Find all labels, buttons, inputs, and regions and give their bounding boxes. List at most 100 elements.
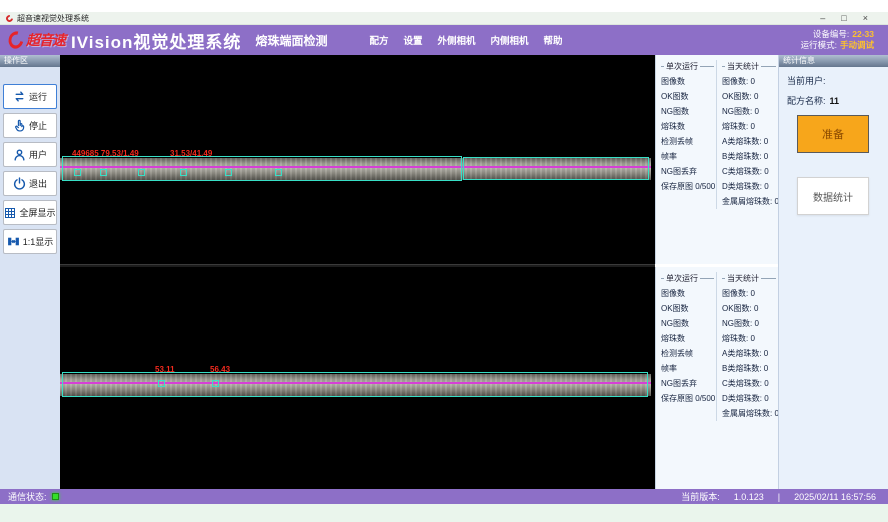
close-button[interactable]: × <box>863 13 868 24</box>
device-number-value: 22-33 <box>852 29 874 39</box>
fullscreen-button[interactable]: 全屏显示 <box>3 200 57 225</box>
menu-item-outer-camera[interactable]: 外侧相机 <box>437 33 475 47</box>
one-to-one-button[interactable]: 1:1显示 <box>3 229 57 254</box>
fullscreen-icon <box>4 207 16 219</box>
version-info: 当前版本: 1.0.123 | 2025/02/11 16:57:56 <box>681 490 880 503</box>
menu-item-inner-camera[interactable]: 内侧相机 <box>491 33 529 47</box>
stat-row: 图像数 <box>661 286 714 301</box>
comm-status-indicator <box>52 493 59 500</box>
detection-box <box>100 169 107 176</box>
stat-row: 熔珠数 <box>661 119 714 134</box>
page-title: IVision视觉处理系统 <box>71 28 241 53</box>
application-window: 超音速视觉处理系统 – □ × 超音速 IVision视觉处理系统 熔珠端面检测… <box>0 0 888 522</box>
recipe-name-label: 配方名称: <box>787 96 826 106</box>
minimize-button[interactable]: – <box>820 13 825 24</box>
stat-row: 图像数: 0 <box>722 74 776 89</box>
stat-row: 检测丢帧 <box>661 346 714 361</box>
stat-row: C类熔珠数: 0 <box>722 164 776 179</box>
prepare-button[interactable]: 准备 <box>797 115 869 153</box>
datetime-value: 2025/02/11 16:57:56 <box>794 492 876 502</box>
camera-view-bottom[interactable]: 53.11 56.43 <box>60 267 655 489</box>
menu-item-help[interactable]: 帮助 <box>544 33 563 47</box>
stat-row: 帧率 <box>661 149 714 164</box>
single-run-column: 单次运行 图像数 OK图数 NG图数 熔珠数 检测丢帧 帧率 NG图丢弃 保存原… <box>661 272 714 406</box>
detection-box <box>138 169 145 176</box>
stat-row: 图像数 <box>661 74 714 89</box>
user-button-label: 用户 <box>29 148 47 161</box>
statistics-info-title: 统计信息 <box>779 55 888 67</box>
exit-button[interactable]: 退出 <box>3 171 57 196</box>
window-controls: – □ × <box>820 13 882 24</box>
stop-button[interactable]: 停止 <box>3 113 57 138</box>
workpiece-strip-image <box>60 374 651 396</box>
menu-item-recipe[interactable]: 配方 <box>369 33 388 47</box>
detection-box <box>275 169 282 176</box>
stat-row: D类熔珠数: 0 <box>722 391 776 406</box>
stat-row: NG图数 <box>661 316 714 331</box>
os-titlebar: 超音速视觉处理系统 – □ × <box>0 12 888 25</box>
stats-panel-top: 单次运行 图像数 OK图数 NG图数 熔珠数 检测丢帧 帧率 NG图丢弃 保存原… <box>655 55 778 264</box>
data-statistics-button[interactable]: 数据统计 <box>797 177 869 215</box>
statistics-info-panel: 统计信息 当前用户: 配方名称:11 准备 数据统计 <box>778 55 888 489</box>
today-stats-title: 当天统计 <box>722 272 776 284</box>
stat-row: 熔珠数: 0 <box>722 331 776 346</box>
device-info: 设备编号:22-33 运行模式:手动调试 <box>801 29 880 51</box>
one-to-one-button-label: 1:1显示 <box>23 235 54 248</box>
maximize-button[interactable]: □ <box>841 13 846 24</box>
stat-row: 金属屑熔珠数: 0 <box>722 194 776 209</box>
stat-row: 保存原图 0/500 <box>661 179 714 194</box>
stat-row: OK图数: 0 <box>722 301 776 316</box>
stat-row: D类熔珠数: 0 <box>722 179 776 194</box>
stat-row: NG图丢弃 <box>661 376 714 391</box>
stat-row: 检测丢帧 <box>661 134 714 149</box>
user-icon <box>13 148 26 161</box>
camera-view-top[interactable]: 449685 79.53/1.49 31.53/41.49 <box>60 55 655 264</box>
sidebar-buttons: 运行 停止 用户 退出 全屏显示 <box>0 84 60 254</box>
desktop-bottom-strip <box>0 504 888 522</box>
main-area: 操作区 运行 停止 用户 退出 <box>0 55 888 489</box>
stat-row: OK图数 <box>661 89 714 104</box>
app-header: 超音速 IVision视觉处理系统 熔珠端面检测 配方 设置 外侧相机 内侧相机… <box>0 25 888 55</box>
logo-text: 超音速 <box>26 30 65 50</box>
main-menu: 配方 设置 外侧相机 内侧相机 帮助 <box>369 33 562 47</box>
stats-panel-bottom: 单次运行 图像数 OK图数 NG图数 熔珠数 检测丢帧 帧率 NG图丢弃 保存原… <box>655 267 778 489</box>
stat-row: NG图数: 0 <box>722 104 776 119</box>
power-icon <box>13 177 26 190</box>
status-separator: | <box>778 492 780 502</box>
run-button[interactable]: 运行 <box>3 84 57 109</box>
fullscreen-button-label: 全屏显示 <box>19 206 55 219</box>
stat-row: 图像数: 0 <box>722 286 776 301</box>
stat-row: 金属屑熔珠数: 0 <box>722 406 776 421</box>
page-subtitle: 熔珠端面检测 <box>255 32 327 49</box>
detection-box <box>158 380 165 387</box>
detection-box <box>74 169 81 176</box>
detection-box <box>212 380 219 387</box>
today-stats-column: 当天统计 图像数: 0 OK图数: 0 NG图数: 0 熔珠数: 0 A类熔珠数… <box>716 60 776 209</box>
detection-region-box <box>62 372 648 397</box>
today-stats-column: 当天统计 图像数: 0 OK图数: 0 NG图数: 0 熔珠数: 0 A类熔珠数… <box>716 272 776 421</box>
stat-row: NG图数 <box>661 104 714 119</box>
one-to-one-icon <box>7 235 20 248</box>
menu-item-settings[interactable]: 设置 <box>403 33 422 47</box>
single-run-title: 单次运行 <box>661 60 714 72</box>
stat-row: OK图数: 0 <box>722 89 776 104</box>
run-button-label: 运行 <box>29 90 47 103</box>
single-run-title: 单次运行 <box>661 272 714 284</box>
stat-row: NG图数: 0 <box>722 316 776 331</box>
today-stats-title: 当天统计 <box>722 60 776 72</box>
user-button[interactable]: 用户 <box>3 142 57 167</box>
stat-row: C类熔珠数: 0 <box>722 376 776 391</box>
exit-button-label: 退出 <box>29 177 47 190</box>
detection-box <box>225 169 232 176</box>
recipe-name-value: 11 <box>830 96 840 106</box>
logo-swoosh-icon <box>6 28 26 52</box>
status-bar: 通信状态: 当前版本: 1.0.123 | 2025/02/11 16:57:5… <box>0 489 888 504</box>
detection-region-box <box>62 156 462 181</box>
operation-sidebar: 操作区 运行 停止 用户 退出 <box>0 55 60 489</box>
window-title: 超音速视觉处理系统 <box>17 13 89 24</box>
brand-logo: 超音速 <box>8 30 65 50</box>
single-run-column: 单次运行 图像数 OK图数 NG图数 熔珠数 检测丢帧 帧率 NG图丢弃 保存原… <box>661 60 714 194</box>
detection-box <box>180 169 187 176</box>
stat-row: 熔珠数: 0 <box>722 119 776 134</box>
stat-row: 帧率 <box>661 361 714 376</box>
